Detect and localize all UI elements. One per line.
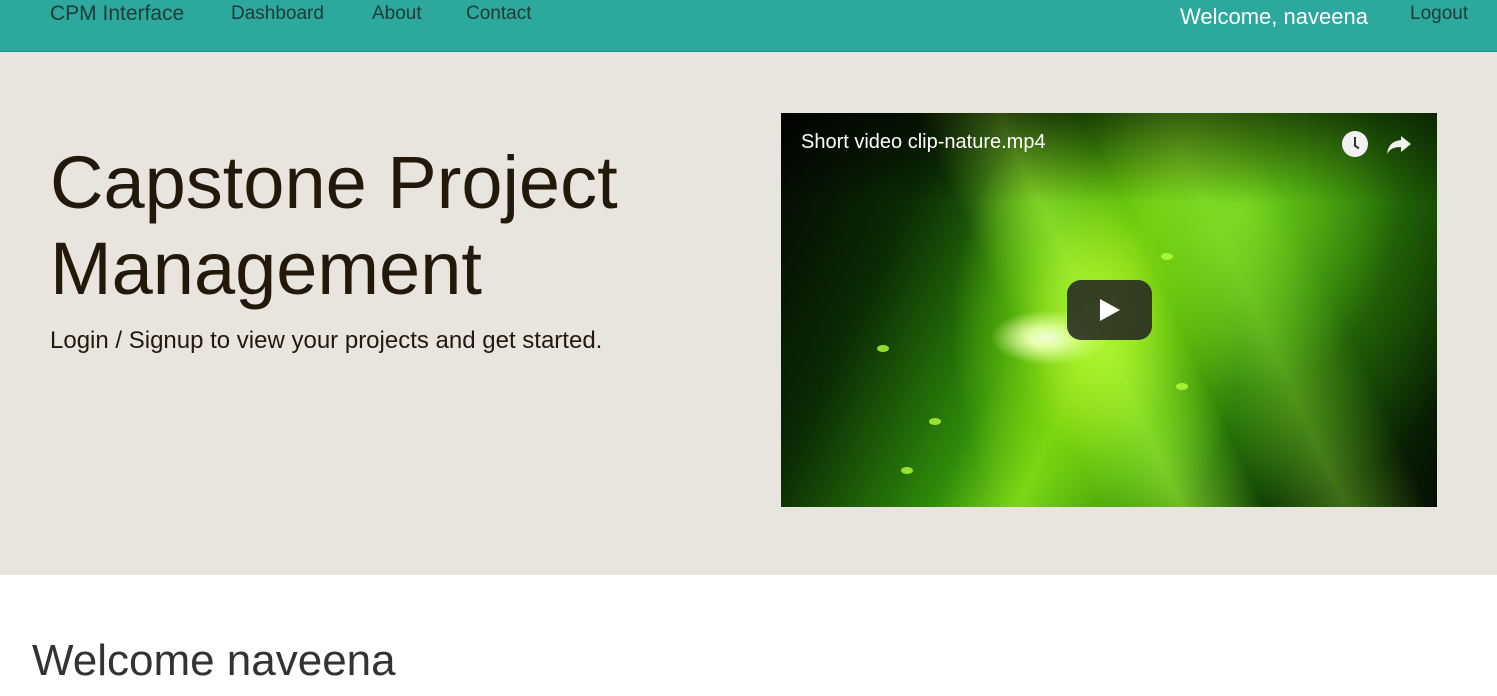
video-frame-spark [901,467,913,474]
play-button[interactable] [1067,280,1152,340]
share-icon[interactable] [1385,130,1413,158]
video-player[interactable]: Short video clip-nature.mp4 [781,113,1437,507]
nav-link-dashboard[interactable]: Dashboard [231,3,324,25]
nav-link-about[interactable]: About [372,3,422,25]
play-icon [1100,299,1120,321]
video-frame-spark [877,345,889,352]
hero-section: Capstone Project Management Login / Sign… [0,52,1497,575]
welcome-heading: Welcome naveena [32,636,396,685]
brand-link[interactable]: CPM Interface [50,2,184,26]
video-frame-spark [1176,383,1188,390]
video-title[interactable]: Short video clip-nature.mp4 [801,131,1046,154]
video-frame-spark [929,418,941,425]
video-frame-spark [1161,253,1173,260]
nav-link-contact[interactable]: Contact [466,3,531,25]
logout-link[interactable]: Logout [1410,3,1468,25]
hero-subtitle: Login / Signup to view your projects and… [50,327,603,354]
welcome-user-label: Welcome, naveena [1180,4,1368,29]
navbar: CPM Interface Dashboard About Contact We… [0,0,1497,52]
hero-title: Capstone Project Management [50,141,618,310]
video-title-bar [781,113,1437,203]
watch-later-icon[interactable] [1342,131,1368,157]
